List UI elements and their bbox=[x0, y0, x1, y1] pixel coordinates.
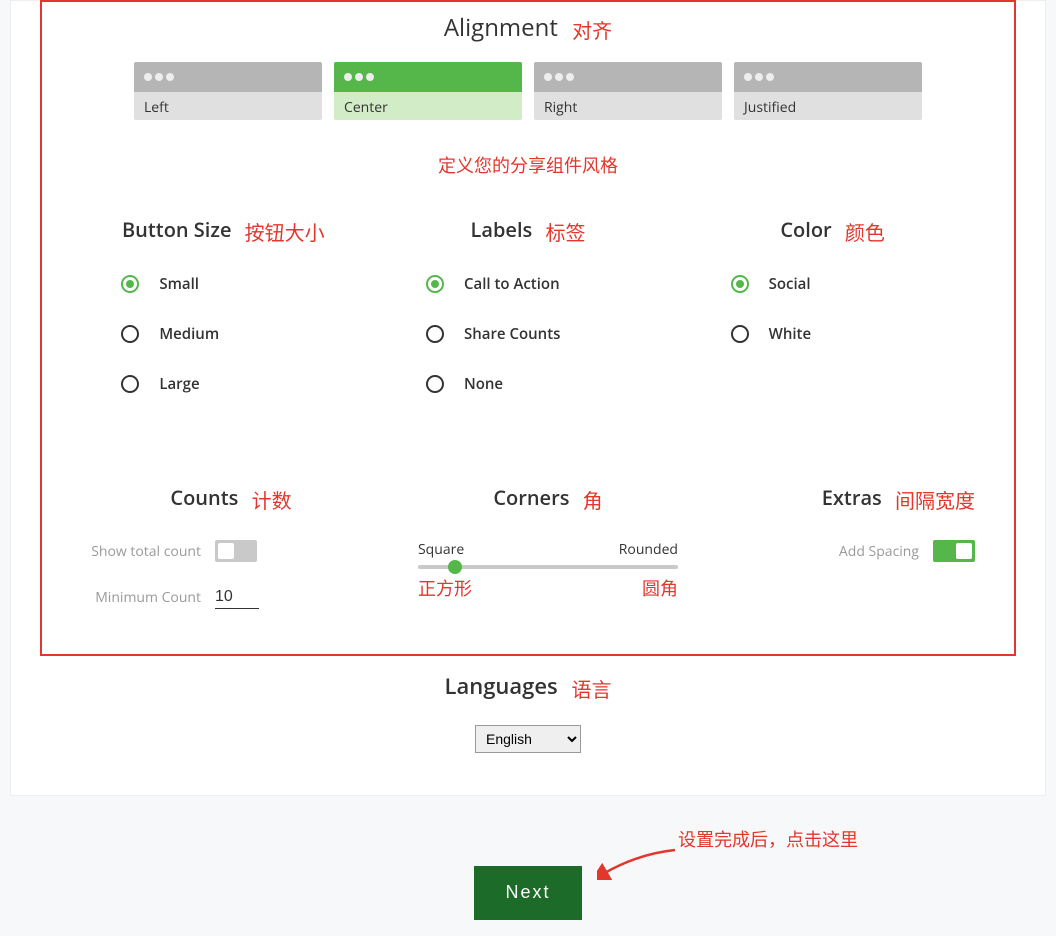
radio-label: White bbox=[769, 324, 811, 344]
radio-icon bbox=[426, 325, 444, 343]
color-title: Color 颜色 bbox=[683, 216, 983, 246]
extras-title: Extras 间隔宽度 bbox=[715, 484, 975, 514]
counts-title: Counts 计数 bbox=[81, 484, 381, 514]
languages-anno: 语言 bbox=[571, 676, 611, 703]
corners-slider-wrap: Square Rounded 正方形 圆角 bbox=[418, 540, 678, 600]
alignment-anno: 对齐 bbox=[572, 17, 612, 44]
radio-white[interactable]: White bbox=[731, 324, 983, 344]
alignment-title-text: Alignment bbox=[444, 11, 558, 44]
alignment-title: Alignment 对齐 bbox=[11, 11, 1045, 44]
radio-label: Share Counts bbox=[464, 324, 560, 344]
next-button[interactable]: Next bbox=[474, 866, 582, 920]
labels-title-text: Labels bbox=[471, 216, 533, 243]
radio-label: None bbox=[464, 374, 503, 394]
slider-right-anno: 圆角 bbox=[642, 575, 678, 601]
languages-title: Languages 语言 bbox=[11, 671, 1045, 703]
minimum-count-row: Minimum Count bbox=[81, 586, 381, 609]
radio-share-counts[interactable]: Share Counts bbox=[426, 324, 678, 344]
corners-slider-handle[interactable] bbox=[448, 560, 462, 574]
alignment-label: Center bbox=[334, 92, 522, 120]
radio-large[interactable]: Large bbox=[121, 374, 373, 394]
languages-title-text: Languages bbox=[445, 671, 558, 701]
color-anno: 颜色 bbox=[845, 219, 885, 246]
radio-label: Social bbox=[769, 274, 811, 294]
style-options: Button Size 按钮大小 Small Medium Large bbox=[11, 216, 1045, 424]
radio-label: Medium bbox=[159, 324, 219, 344]
radio-icon bbox=[121, 275, 139, 293]
radio-icon bbox=[121, 375, 139, 393]
alignment-options: Left Center Right Justified bbox=[11, 62, 1045, 120]
radio-social[interactable]: Social bbox=[731, 274, 983, 294]
radio-medium[interactable]: Medium bbox=[121, 324, 373, 344]
alignment-option-right[interactable]: Right bbox=[534, 62, 722, 120]
corners-title-text: Corners bbox=[493, 484, 569, 511]
alignment-option-justified[interactable]: Justified bbox=[734, 62, 922, 120]
radio-label: Small bbox=[159, 274, 199, 294]
radio-icon bbox=[121, 325, 139, 343]
bottom-area: 设置完成后，点击这里 Next bbox=[0, 826, 1056, 936]
labels-radios: Call to Action Share Counts None bbox=[378, 274, 678, 394]
radio-icon bbox=[426, 275, 444, 293]
button-size-column: Button Size 按钮大小 Small Medium Large bbox=[73, 216, 373, 424]
add-spacing-toggle[interactable] bbox=[933, 540, 975, 562]
counts-column: Counts 计数 Show total count Minimum Count bbox=[81, 484, 381, 633]
labels-title: Labels 标签 bbox=[378, 216, 678, 246]
minimum-count-label: Minimum Count bbox=[81, 588, 201, 607]
add-spacing-label: Add Spacing bbox=[839, 542, 919, 561]
slider-end-anno: 正方形 圆角 bbox=[418, 575, 678, 601]
slider-end-labels: Square Rounded bbox=[418, 540, 678, 559]
add-spacing-row: Add Spacing bbox=[715, 540, 975, 562]
row-3: Counts 计数 Show total count Minimum Count… bbox=[11, 424, 1045, 643]
radio-icon bbox=[426, 375, 444, 393]
button-size-anno: 按钮大小 bbox=[245, 219, 325, 246]
extras-anno: 间隔宽度 bbox=[895, 487, 975, 514]
alignment-label: Left bbox=[134, 92, 322, 120]
panel: Alignment 对齐 Left Center Right Justified… bbox=[10, 0, 1046, 796]
radio-label: Large bbox=[159, 374, 199, 394]
radio-none[interactable]: None bbox=[426, 374, 678, 394]
button-size-title-text: Button Size bbox=[122, 216, 231, 243]
languages-section: Languages 语言 English bbox=[11, 671, 1045, 753]
radio-icon bbox=[731, 325, 749, 343]
corners-title: Corners 角 bbox=[418, 484, 678, 514]
button-size-title: Button Size 按钮大小 bbox=[73, 216, 373, 246]
alignment-label: Justified bbox=[734, 92, 922, 120]
radio-cta[interactable]: Call to Action bbox=[426, 274, 678, 294]
alignment-thumb-center bbox=[334, 62, 522, 92]
alignment-thumb-right bbox=[534, 62, 722, 92]
alignment-label: Right bbox=[534, 92, 722, 120]
corners-slider-track[interactable] bbox=[418, 565, 678, 569]
alignment-thumb-justified bbox=[734, 62, 922, 92]
show-total-count-toggle[interactable] bbox=[215, 540, 257, 562]
button-size-radios: Small Medium Large bbox=[73, 274, 373, 394]
corners-column: Corners 角 Square Rounded 正方形 圆角 bbox=[418, 484, 678, 600]
style-caption: 定义您的分享组件风格 bbox=[11, 152, 1045, 178]
languages-select[interactable]: English bbox=[475, 725, 581, 753]
arrow-icon bbox=[597, 848, 677, 880]
counts-anno: 计数 bbox=[252, 487, 292, 514]
slider-left-label: Square bbox=[418, 540, 464, 559]
alignment-thumb-left bbox=[134, 62, 322, 92]
extras-title-text: Extras bbox=[822, 484, 882, 511]
extras-column: Extras 间隔宽度 Add Spacing bbox=[715, 484, 975, 562]
bottom-note: 设置完成后，点击这里 bbox=[678, 826, 858, 852]
radio-small[interactable]: Small bbox=[121, 274, 373, 294]
show-total-count-row: Show total count bbox=[81, 540, 381, 562]
show-total-count-label: Show total count bbox=[81, 542, 201, 561]
color-title-text: Color bbox=[780, 216, 831, 243]
color-column: Color 颜色 Social White bbox=[683, 216, 983, 424]
color-radios: Social White bbox=[683, 274, 983, 344]
counts-title-text: Counts bbox=[170, 484, 238, 511]
labels-anno: 标签 bbox=[545, 219, 585, 246]
minimum-count-input[interactable] bbox=[215, 586, 259, 609]
radio-label: Call to Action bbox=[464, 274, 560, 294]
slider-right-label: Rounded bbox=[619, 540, 678, 559]
labels-column: Labels 标签 Call to Action Share Counts No… bbox=[378, 216, 678, 424]
alignment-option-center[interactable]: Center bbox=[334, 62, 522, 120]
corners-anno: 角 bbox=[583, 487, 603, 514]
radio-icon bbox=[731, 275, 749, 293]
alignment-option-left[interactable]: Left bbox=[134, 62, 322, 120]
slider-left-anno: 正方形 bbox=[418, 575, 472, 601]
